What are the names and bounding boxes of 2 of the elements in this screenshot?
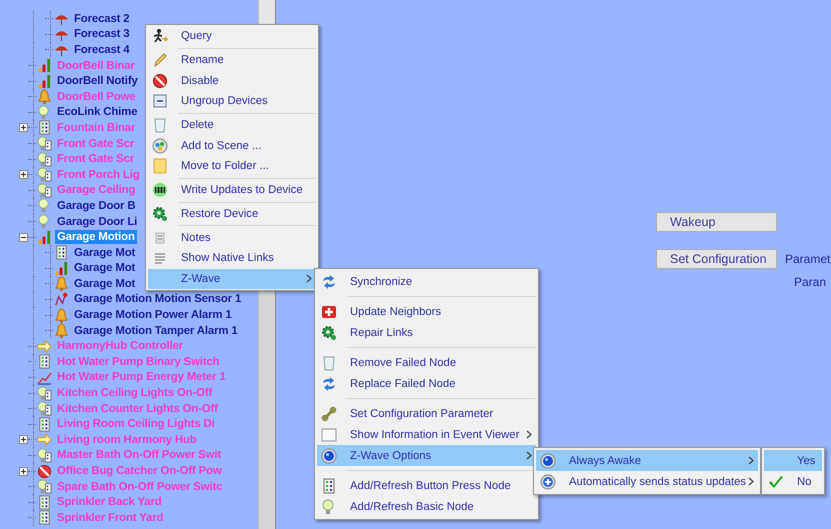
parameter-label: Paran [794,275,828,289]
parameter-label: Paramet [785,252,830,266]
